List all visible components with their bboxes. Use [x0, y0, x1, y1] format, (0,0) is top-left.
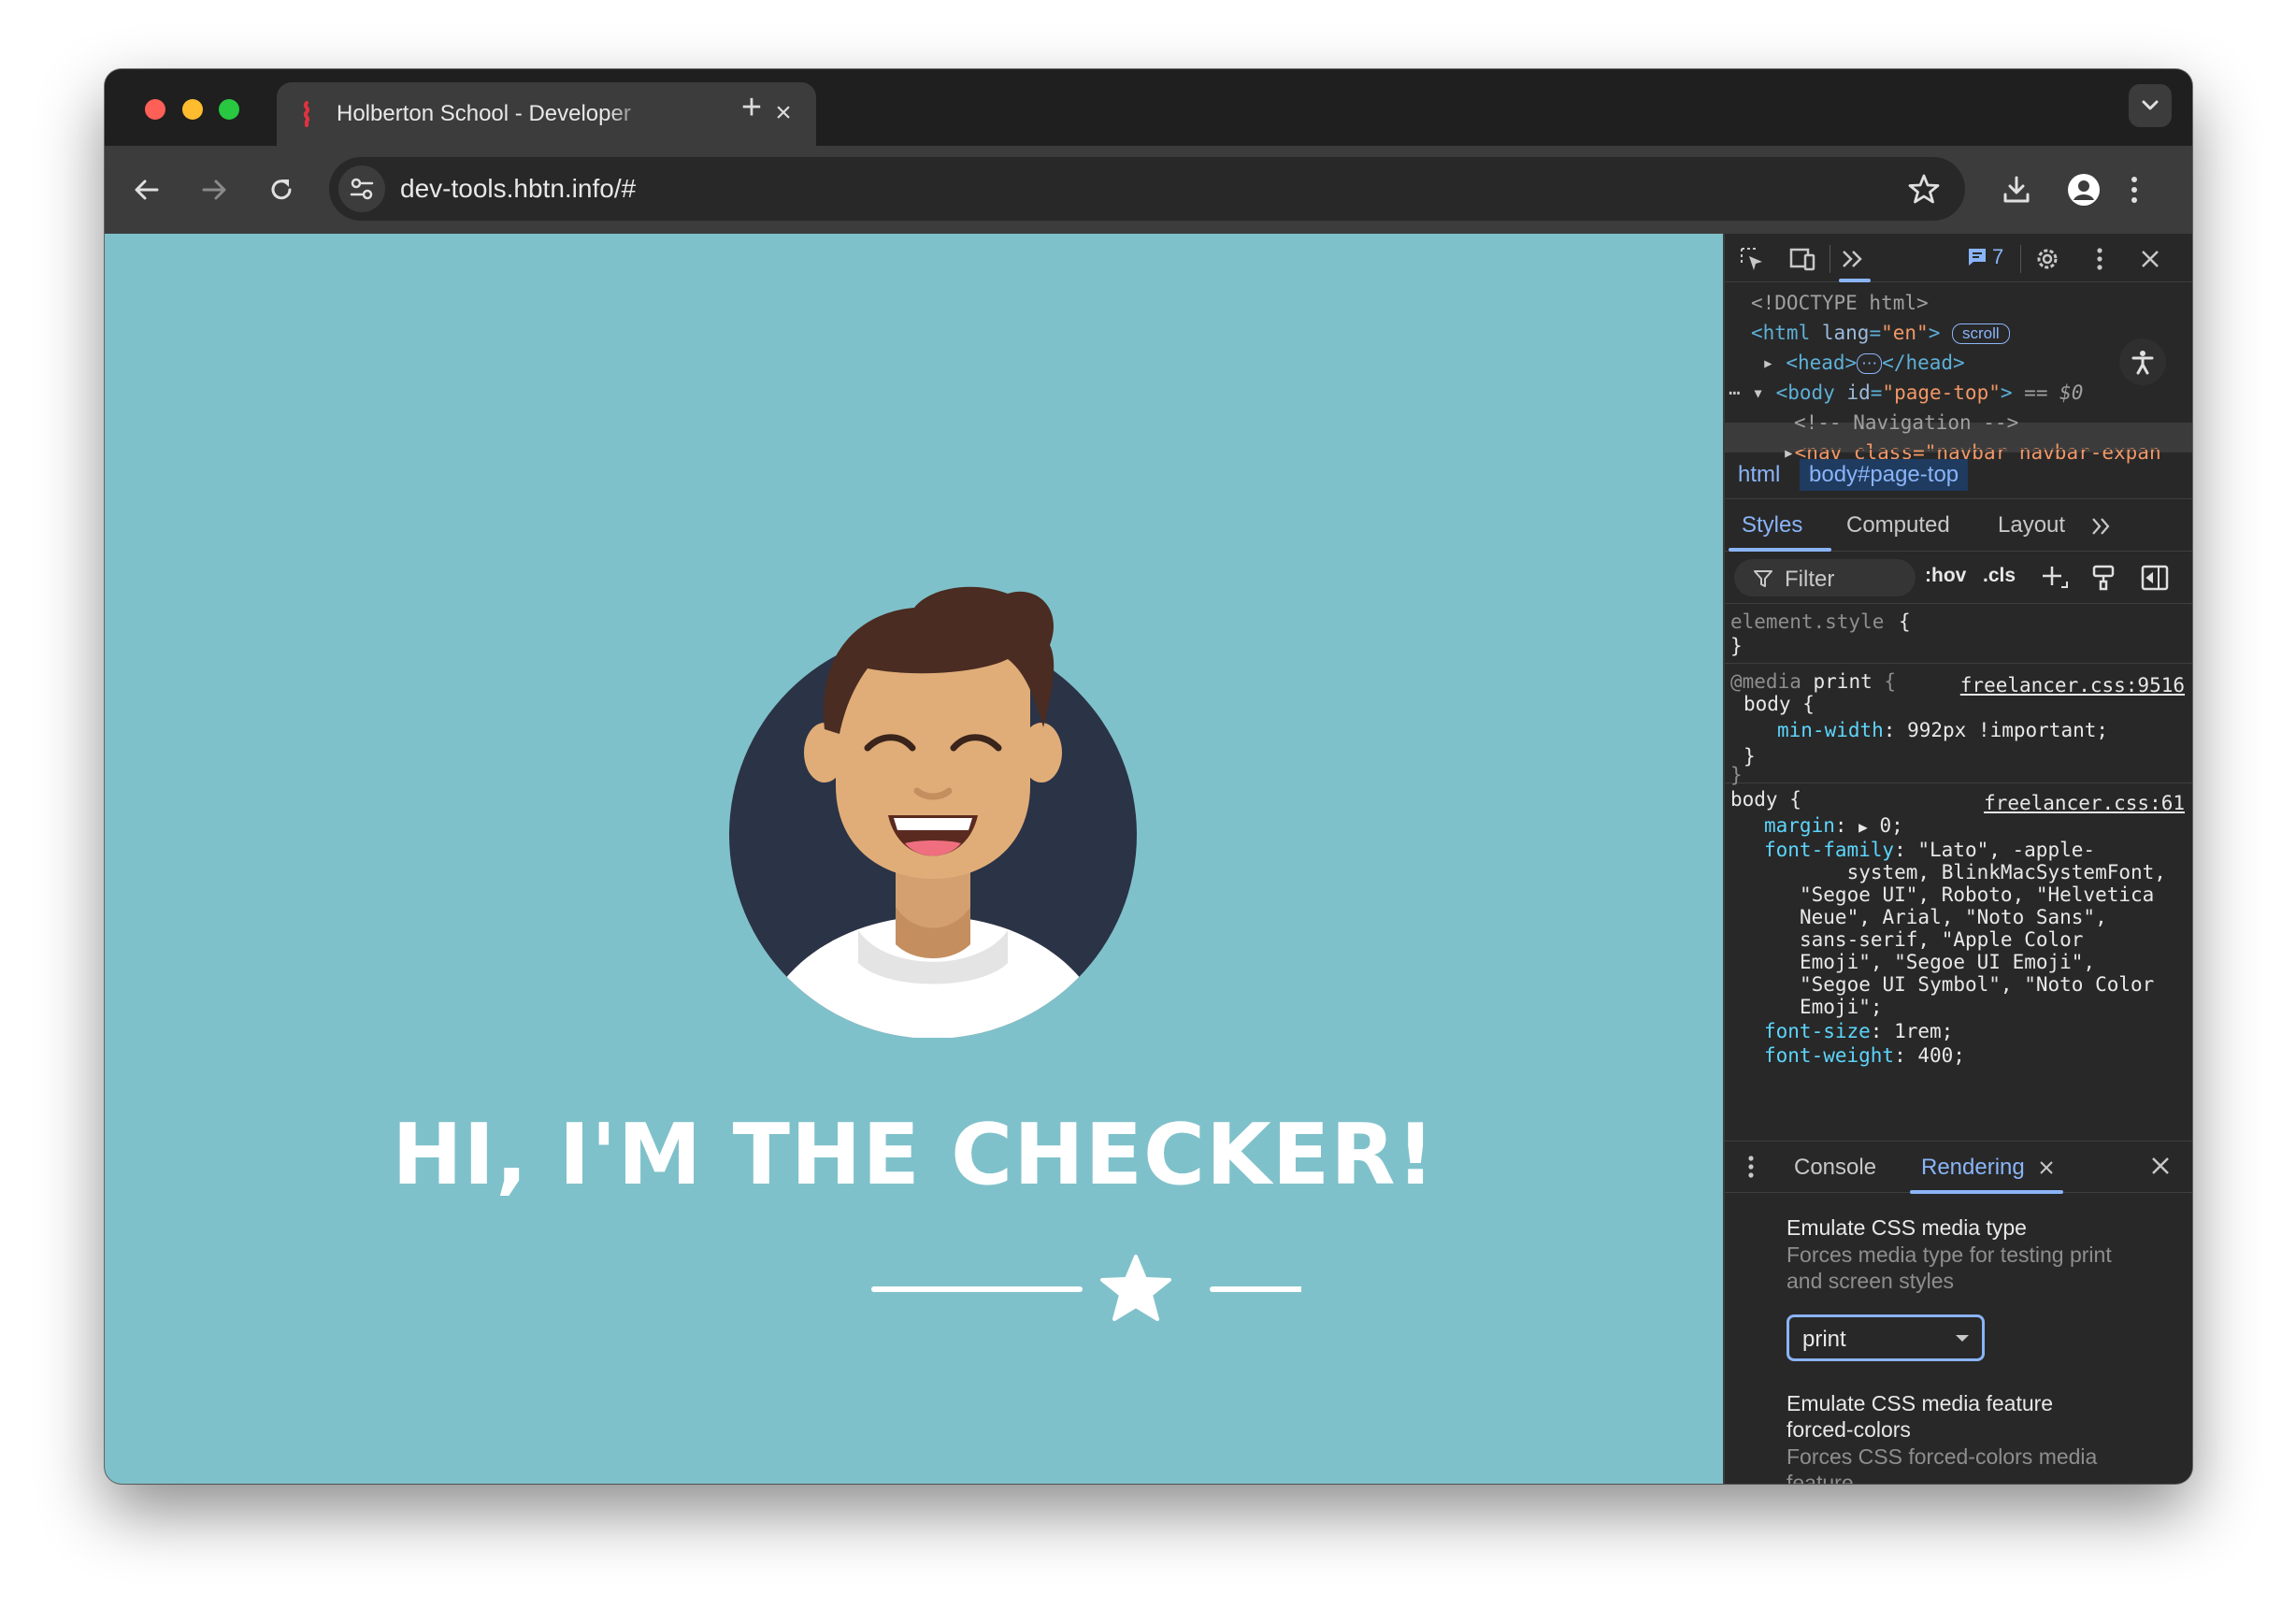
page-viewport: HI, I'M THE CHECKER! [105, 234, 1723, 1484]
dropdown-arrow-icon [1956, 1335, 1969, 1342]
minimize-window-button[interactable] [182, 99, 203, 120]
sidebar-tabs: Styles Computed Layout [1725, 499, 2192, 552]
close-drawer-icon[interactable] [2149, 1155, 2172, 1177]
address-bar[interactable]: dev-tools.hbtn.info/# [329, 157, 1965, 221]
tab-strip: Holberton School - Developer × + [105, 69, 2192, 146]
device-toolbar-icon[interactable] [1788, 245, 1816, 273]
star-icon [1100, 1255, 1171, 1321]
close-devtools-icon[interactable] [2136, 245, 2164, 273]
divider-line-right [1210, 1286, 1301, 1292]
accessibility-tree-button[interactable] [2119, 338, 2166, 385]
site-info-button[interactable] [338, 165, 385, 212]
devtools-menu-icon[interactable] [2086, 245, 2114, 273]
inspect-element-icon[interactable] [1738, 245, 1766, 273]
accessibility-icon [2131, 351, 2154, 375]
bookmark-star-icon[interactable] [1907, 172, 1941, 206]
doctype-node[interactable]: <!DOCTYPE html> [1751, 288, 1929, 318]
browser-toolbar: dev-tools.hbtn.info/# [105, 146, 2192, 234]
drawer-tabs: Console Rendering [1725, 1141, 2192, 1194]
scroll-badge[interactable]: scroll [1952, 323, 2010, 344]
tab-search-button[interactable] [2129, 84, 2172, 127]
devtools-panel: 7 <!DOCTYPE html> <html lang="en"> scrol… [1723, 234, 2192, 1484]
rendering-panel: Emulate CSS media type Forces media type… [1725, 1193, 2192, 1484]
divider-line-left [871, 1286, 1083, 1292]
media-source-link[interactable]: freelancer.css:9516 [1960, 673, 2185, 697]
more-vertical-icon [2131, 177, 2137, 203]
forced-colors-feature: forced-colors [1787, 1417, 1911, 1442]
new-rule-plus-icon[interactable] [2039, 563, 2069, 593]
page-headline: HI, I'M THE CHECKER! [392, 1106, 1436, 1204]
tab-console[interactable]: Console [1794, 1155, 1876, 1181]
tab-computed[interactable]: Computed [1846, 512, 1950, 539]
paint-roller-icon[interactable] [2089, 563, 2119, 593]
forward-button[interactable] [194, 170, 234, 209]
close-window-button[interactable] [145, 99, 165, 120]
hover-state-button[interactable]: :hov [1925, 565, 1966, 587]
styles-filter-input[interactable]: Filter [1734, 559, 1916, 596]
drawer-menu-icon[interactable] [1747, 1155, 1755, 1179]
breadcrumb-body[interactable]: body#page-top [1800, 459, 1969, 491]
styles-pane: element.style { } @media print { freelan… [1725, 604, 2192, 1141]
devtools-toolbar: 7 [1725, 234, 2192, 282]
element-style-rule[interactable]: element.style { } [1725, 604, 2192, 664]
toggle-sidebar-icon[interactable] [2140, 563, 2170, 593]
message-icon [1969, 249, 1986, 266]
chevron-down-icon [2142, 100, 2159, 110]
settings-gear-icon[interactable] [2033, 245, 2061, 273]
more-panels-icon[interactable] [1839, 245, 1867, 273]
close-rendering-tab-icon[interactable] [2037, 1158, 2056, 1177]
body-rule[interactable]: body { freelancer.css:61 margin: ▶ 0; fo… [1725, 783, 2192, 1141]
body-source-link[interactable]: freelancer.css:61 [1984, 791, 2185, 815]
html-node[interactable]: <html lang="en"> scroll [1751, 318, 2010, 348]
filter-icon [1754, 570, 1772, 587]
arrow-left-icon [135, 180, 159, 200]
close-tab-icon[interactable]: × [769, 99, 797, 127]
styles-filter-bar: Filter :hov .cls [1725, 552, 2192, 604]
breadcrumb-html[interactable]: html [1729, 459, 1789, 491]
body-node[interactable]: ⋯ ▾ <body id="page-top"> == $0 [1729, 378, 2083, 408]
tab-styles[interactable]: Styles [1742, 512, 1802, 539]
tune-icon [350, 178, 374, 200]
profile-button[interactable] [2064, 170, 2103, 209]
media-type-title: Emulate CSS media type [1787, 1215, 2027, 1240]
downloads-button[interactable] [1997, 170, 2036, 209]
class-toggle-button[interactable]: .cls [1983, 565, 2016, 587]
url-text[interactable]: dev-tools.hbtn.info/# [400, 174, 636, 204]
browser-menu-button[interactable] [2115, 170, 2154, 209]
tab-rendering[interactable]: Rendering [1921, 1155, 2025, 1181]
issues-count: 7 [1992, 245, 2004, 268]
avatar-icon [2068, 174, 2100, 206]
elements-tree: <!DOCTYPE html> <html lang="en"> scroll … [1725, 282, 2192, 464]
media-type-description: Forces media type for testing print and … [1787, 1242, 2112, 1293]
download-icon [2003, 176, 2030, 203]
holberton-favicon-icon [303, 101, 310, 127]
navigation-comment[interactable]: <!-- Navigation --> [1794, 408, 2018, 438]
browser-window: Holberton School - Developer × + dev-too… [105, 69, 2192, 1484]
maximize-window-button[interactable] [219, 99, 239, 120]
tab-title: Holberton School - Developer [337, 101, 631, 126]
issues-counter[interactable]: 7 [1966, 245, 2003, 269]
tab-layout[interactable]: Layout [1998, 512, 2065, 539]
checker-avatar [729, 586, 1137, 1038]
arrow-right-icon [202, 180, 226, 200]
head-node[interactable]: ▸ <head> ⋯ </head> [1762, 348, 1965, 378]
star-divider [871, 1255, 1301, 1321]
reload-icon [271, 180, 292, 200]
reload-button[interactable] [262, 170, 301, 209]
forced-colors-description: Forces CSS forced-colors media feature [1787, 1444, 2098, 1484]
more-tabs-icon[interactable] [2089, 514, 2114, 539]
media-print-rule[interactable]: @media print { freelancer.css:9516 body … [1725, 664, 2192, 786]
new-tab-button[interactable]: + [733, 90, 770, 127]
breadcrumb: html body#page-top [1725, 449, 2192, 499]
back-button[interactable] [127, 170, 166, 209]
forced-colors-title: Emulate CSS media feature [1787, 1391, 2054, 1415]
media-type-select[interactable]: print [1787, 1314, 1985, 1361]
